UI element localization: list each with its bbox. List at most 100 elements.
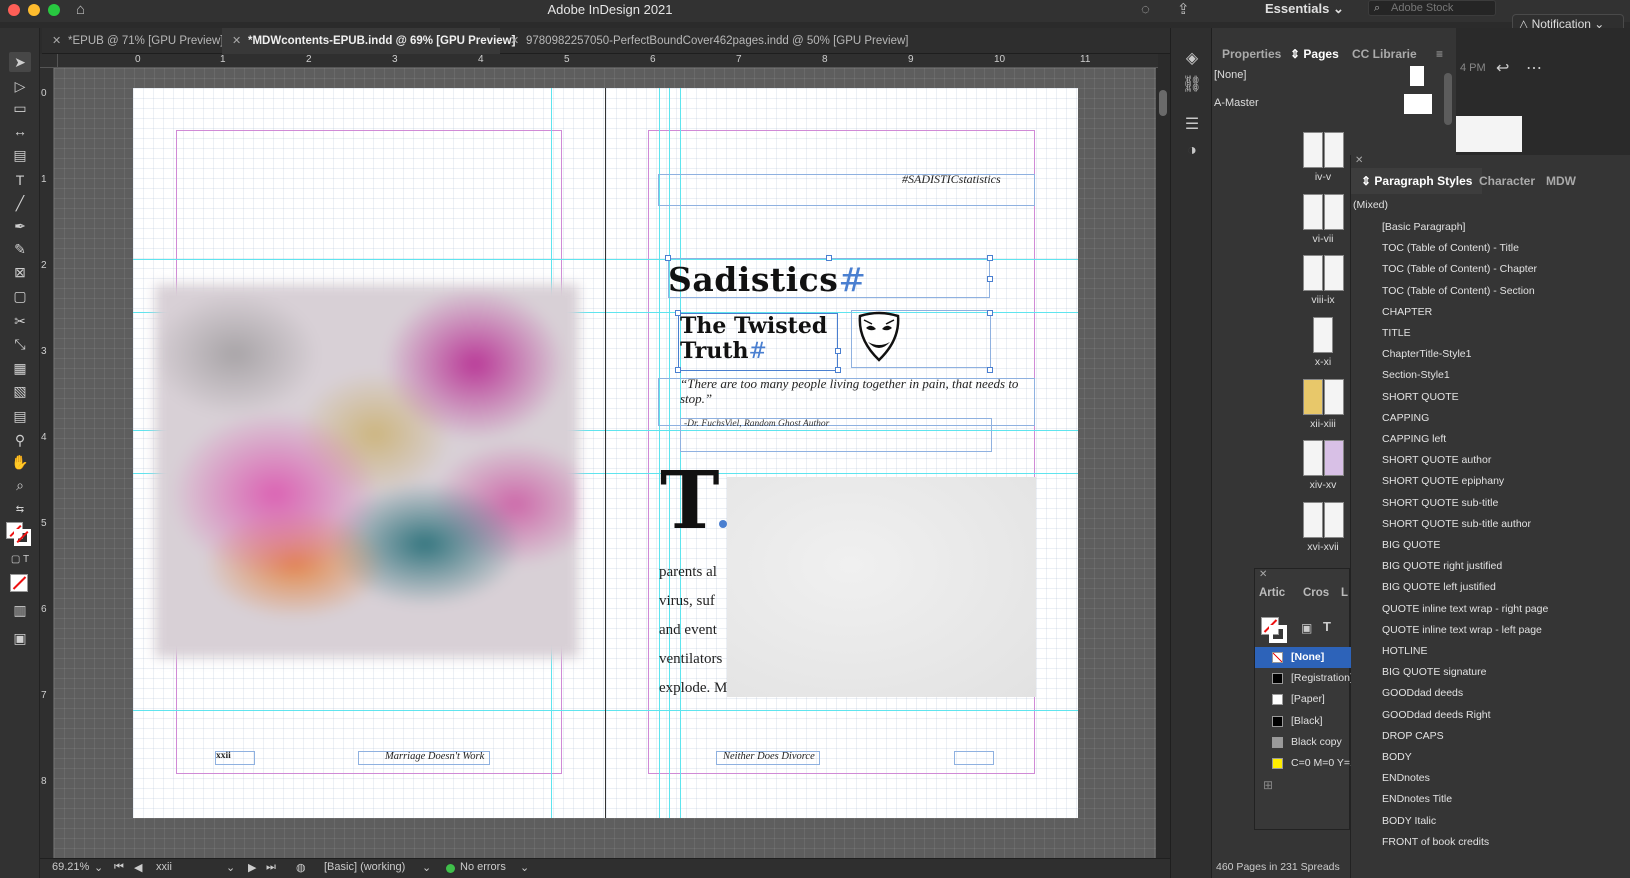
reply-icon[interactable]: ↩ <box>1496 58 1509 78</box>
paragraph-style-item[interactable]: TITLE <box>1382 323 1411 343</box>
quote-attribution[interactable]: -Dr. FuchsViel, Random Ghost Author <box>684 419 829 429</box>
current-page-field[interactable]: xxii <box>156 861 172 873</box>
stroke-icon[interactable]: ☰ <box>1181 114 1203 136</box>
page-right[interactable]: #SADISTICstatistics Sadistics# The Twist… <box>605 88 1078 818</box>
type-tool-icon[interactable]: T <box>9 170 31 190</box>
document-tab-active[interactable]: ✕ *MDWcontents-EPUB.indd @ 69% [GPU Previ… <box>222 28 515 54</box>
close-icon[interactable]: ✕ <box>1259 569 1267 580</box>
paragraph-style-item[interactable]: HOTLINE <box>1382 641 1428 661</box>
swatch-item[interactable]: [Paper] <box>1255 689 1351 710</box>
blurred-image-frame[interactable] <box>155 284 579 658</box>
master-a[interactable]: A-Master <box>1212 90 1448 116</box>
free-transform-tool-icon[interactable]: ⤡ <box>9 334 31 354</box>
document-tab[interactable]: ✕ 9780982257050-PerfectBoundCover462pages… <box>500 28 908 54</box>
gap-tool-icon[interactable]: ↔ <box>9 121 31 141</box>
paragraph-style-item[interactable]: SHORT QUOTE epiphany <box>1382 471 1504 491</box>
close-icon[interactable]: ✕ <box>1355 155 1363 166</box>
frame-handle[interactable] <box>987 310 993 316</box>
page-left[interactable]: xxii Marriage Doesn't Work <box>133 88 605 818</box>
formatting-affects-container-icon[interactable]: ▢ T <box>9 550 31 570</box>
paragraph-style-item[interactable]: BIG QUOTE left justified <box>1382 577 1496 597</box>
pull-quote[interactable]: “There are too many people living togeth… <box>680 376 1030 406</box>
paragraph-style-item[interactable]: SHORT QUOTE author <box>1382 450 1491 470</box>
theater-mask-icon[interactable] <box>854 310 904 364</box>
paragraph-style-item[interactable]: TOC (Table of Content) - Chapter <box>1382 259 1537 279</box>
blurred-image-frame[interactable] <box>727 477 1036 697</box>
chevron-down-icon[interactable]: ⌄ <box>226 861 235 874</box>
first-page-icon[interactable]: ⏮ <box>114 861 124 874</box>
tab-character-styles[interactable]: Character <box>1479 168 1535 194</box>
close-icon[interactable]: ✕ <box>510 28 519 54</box>
spread-thumbnail[interactable]: xvi-xvii <box>1300 502 1346 553</box>
paragraph-style-item[interactable]: GOODdad deeds <box>1382 683 1463 703</box>
paragraph-style-item[interactable]: Section-Style1 <box>1382 365 1450 385</box>
view-mode-icon[interactable]: ▥ <box>9 600 31 620</box>
fill-stroke-icon[interactable] <box>6 522 32 546</box>
paragraph-style-item[interactable]: BODY Italic <box>1382 811 1436 831</box>
horizontal-ruler[interactable]: 0 1 2 3 4 5 6 7 8 9 10 11 <box>58 54 1158 68</box>
frame-handle[interactable] <box>675 367 681 373</box>
spread-thumbnail[interactable]: viii-ix <box>1300 255 1346 306</box>
paragraph-style-item[interactable]: DROP CAPS <box>1382 726 1444 746</box>
new-swatch-icon[interactable]: ⊞ <box>1263 778 1273 792</box>
screen-mode-icon[interactable]: ▣ <box>9 628 31 648</box>
more-options-icon[interactable]: ⋯ <box>1526 58 1542 78</box>
document-tab[interactable]: ✕ *EPUB @ 71% [GPU Preview] <box>42 28 223 54</box>
paragraph-style-item[interactable]: TOC (Table of Content) - Title <box>1382 238 1519 258</box>
fill-stroke-icon[interactable] <box>1261 617 1287 643</box>
workspace-switcher[interactable]: Essentials ⌄ <box>1265 0 1344 18</box>
chevron-down-icon[interactable]: ⌄ <box>520 861 529 874</box>
close-icon[interactable]: ✕ <box>52 28 61 54</box>
selection-tool-icon[interactable]: ➤ <box>9 52 31 72</box>
rectangle-tool-icon[interactable]: ▢ <box>9 286 31 306</box>
ruler-origin[interactable] <box>40 54 58 68</box>
vertical-ruler[interactable]: 0 1 2 3 4 5 6 7 8 <box>40 68 54 858</box>
frame-handle[interactable] <box>987 367 993 373</box>
scissors-tool-icon[interactable]: ✂ <box>9 311 31 331</box>
paragraph-style-item[interactable]: SHORT QUOTE sub-title <box>1382 493 1498 513</box>
direct-selection-tool-icon[interactable]: ▷ <box>9 76 31 96</box>
chevron-down-icon[interactable]: ⌄ <box>94 861 103 874</box>
body-text-frame[interactable]: parents al virus, suf and event ventilat… <box>659 558 727 703</box>
frame-handle[interactable] <box>987 276 993 282</box>
paragraph-style-item[interactable]: BIG QUOTE signature <box>1382 662 1486 682</box>
content-collector-icon[interactable]: ▤ <box>9 145 31 165</box>
pencil-tool-icon[interactable]: ✎ <box>9 239 31 259</box>
paragraph-style-item[interactable]: ENDnotes <box>1382 768 1430 788</box>
drop-cap[interactable]: T <box>660 460 720 540</box>
chevron-down-icon[interactable]: ⌄ <box>422 861 431 874</box>
swatch-item[interactable]: Black copy <box>1255 732 1351 753</box>
gradient-swatch-tool-icon[interactable]: ▦ <box>9 358 31 378</box>
open-in-browser-icon[interactable]: ◍ <box>296 861 306 874</box>
zoom-level[interactable]: 69.21% <box>52 861 89 873</box>
paragraph-style-item[interactable]: GOODdad deeds Right <box>1382 705 1491 725</box>
paragraph-style-item[interactable]: QUOTE inline text wrap - left page <box>1382 620 1542 640</box>
layers-icon[interactable]: ◈ <box>1181 48 1203 70</box>
fill-stroke-swap-icon[interactable]: ⇆ <box>9 500 31 520</box>
rectangle-frame-tool-icon[interactable]: ⊠ <box>9 262 31 282</box>
adobe-stock-search-input[interactable]: ⌕ Adobe Stock <box>1368 0 1496 16</box>
container-format-icon[interactable]: ▣ <box>1301 621 1312 635</box>
chapter-title[interactable]: Sadistics# <box>668 260 867 299</box>
spread-thumbnail[interactable]: xii-xiii <box>1300 379 1346 430</box>
text-format-icon[interactable]: T <box>1323 619 1331 634</box>
last-page-icon[interactable]: ⏭ <box>266 861 276 874</box>
tab-cross-references[interactable]: Cros <box>1303 587 1329 599</box>
paragraph-style-item[interactable]: BODY <box>1382 747 1412 767</box>
frame-handle[interactable] <box>835 367 841 373</box>
scrollbar-thumb[interactable] <box>1159 90 1167 116</box>
paragraph-style-item[interactable]: ChapterTitle-Style1 <box>1382 344 1471 364</box>
tab-articles[interactable]: Artic <box>1259 587 1285 599</box>
spread-thumbnail[interactable]: vi-vii <box>1300 194 1346 245</box>
close-icon[interactable]: ✕ <box>232 28 241 54</box>
line-tool-icon[interactable]: ╱ <box>9 193 31 213</box>
tab-paragraph-styles[interactable]: ⇕ Paragraph Styles <box>1351 168 1483 194</box>
pen-tool-icon[interactable]: ✒ <box>9 216 31 236</box>
paragraph-style-item[interactable]: SHORT QUOTE sub-title author <box>1382 514 1531 534</box>
vertical-scrollbar[interactable] <box>1156 68 1170 858</box>
paragraph-style-item[interactable]: ENDnotes Title <box>1382 789 1452 809</box>
swatch-item[interactable]: [Registration] <box>1255 668 1351 689</box>
swatch-item[interactable]: C=0 M=0 Y=100 K=0 <box>1255 753 1351 774</box>
paragraph-style-item[interactable]: CAPPING left <box>1382 429 1446 449</box>
share-icon[interactable]: ⇪ <box>1177 1 1190 19</box>
